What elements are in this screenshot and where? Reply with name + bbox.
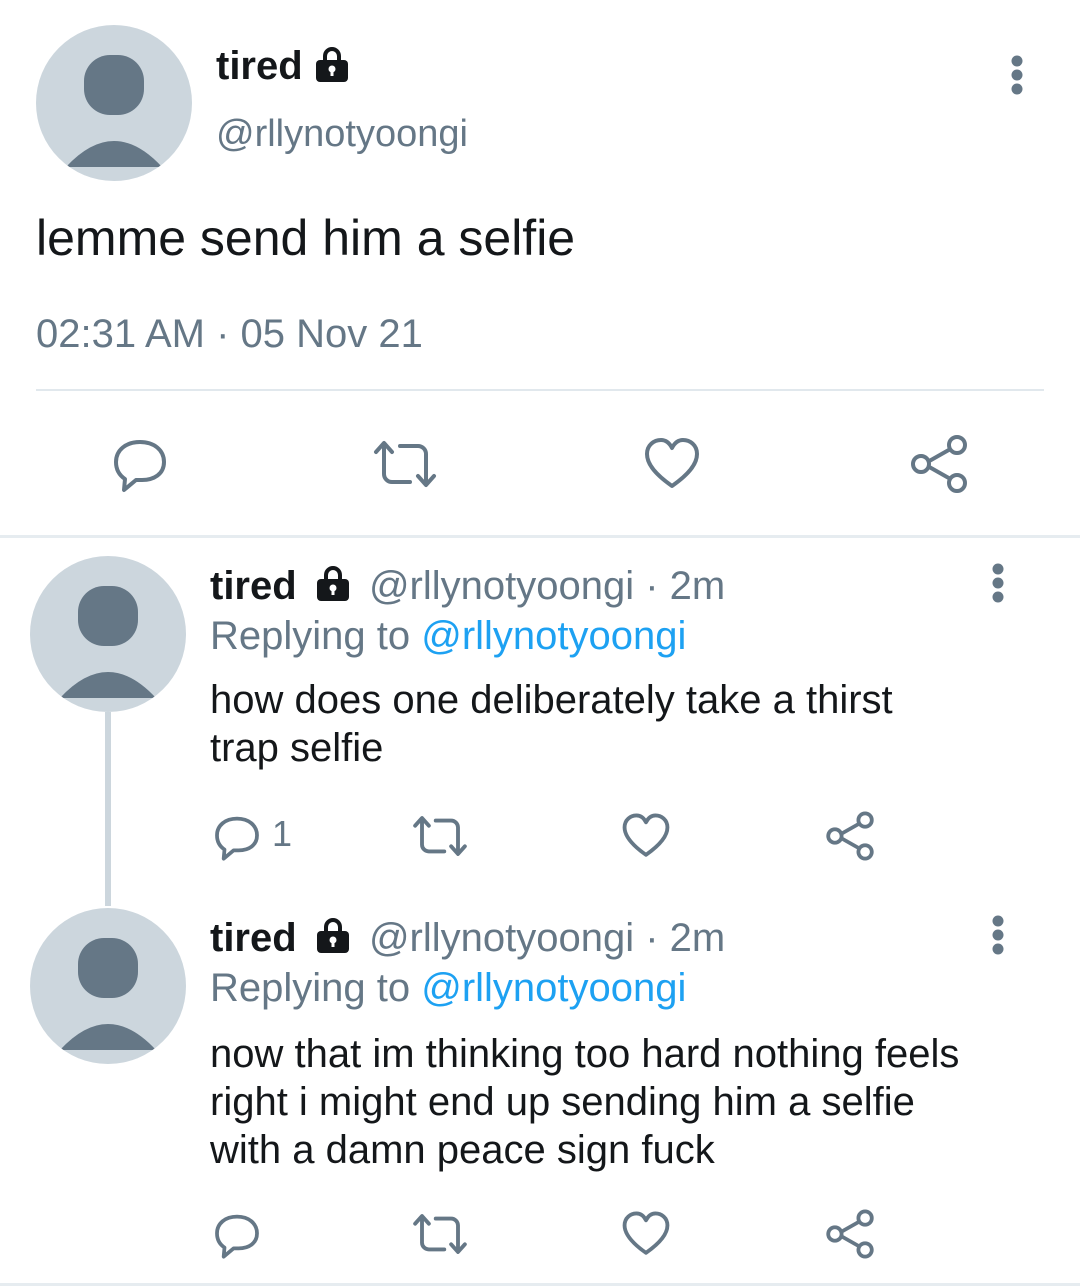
- more-options-icon[interactable]: [984, 915, 1012, 955]
- avatar[interactable]: [36, 25, 192, 181]
- display-name[interactable]: tired: [216, 44, 303, 88]
- divider: [36, 389, 1044, 391]
- avatar[interactable]: [30, 556, 186, 712]
- more-options-icon[interactable]: [984, 563, 1012, 603]
- reply-text-line: with a damn peace sign fuck: [210, 1128, 715, 1172]
- like-icon[interactable]: [620, 1210, 672, 1258]
- replying-to: Replying to @rllynotyoongi: [210, 964, 686, 1012]
- like-icon[interactable]: [620, 812, 672, 860]
- user-handle[interactable]: @rllynotyoongi: [369, 916, 634, 960]
- author-row: tired: [216, 40, 351, 92]
- reply-header: tired @rllynotyoongi · 2m: [210, 914, 725, 962]
- lock-icon: [314, 916, 352, 965]
- reply-text-line: right i might end up sending him a selfi…: [210, 1080, 915, 1124]
- replying-to-handle[interactable]: @rllynotyoongi: [421, 966, 686, 1010]
- replying-to-label: Replying to: [210, 614, 422, 658]
- reply-header: tired @rllynotyoongi · 2m: [210, 562, 725, 610]
- replying-to-label: Replying to: [210, 966, 422, 1010]
- section-divider: [0, 535, 1080, 538]
- reply-text-line: how does one deliberately take a thirst: [210, 678, 893, 722]
- replying-to-handle[interactable]: @rllynotyoongi: [421, 614, 686, 658]
- share-icon[interactable]: [908, 434, 970, 494]
- thread-line: [105, 712, 111, 906]
- reply-icon[interactable]: [212, 812, 262, 862]
- lock-icon: [314, 564, 352, 613]
- reply-icon[interactable]: [212, 1210, 262, 1260]
- reply-text: now that im thinking too hard nothing fe…: [210, 1030, 959, 1174]
- more-options-icon[interactable]: [1003, 55, 1031, 95]
- tweet-timestamp[interactable]: 02:31 AM · 05 Nov 21: [36, 310, 423, 358]
- retweet-icon[interactable]: [410, 1210, 470, 1258]
- user-handle[interactable]: @rllynotyoongi: [369, 564, 634, 608]
- display-name[interactable]: tired: [210, 916, 297, 960]
- reply-time: · 2m: [645, 564, 726, 608]
- reply-text-line: trap selfie: [210, 726, 384, 770]
- retweet-icon[interactable]: [410, 812, 470, 860]
- retweet-icon[interactable]: [370, 436, 440, 492]
- reply-count: 1: [272, 813, 293, 854]
- share-icon[interactable]: [824, 1208, 876, 1260]
- share-icon[interactable]: [824, 810, 876, 862]
- reply-time: · 2m: [645, 916, 726, 960]
- reply-text-line: now that im thinking too hard nothing fe…: [210, 1032, 960, 1076]
- user-handle[interactable]: @rllynotyoongi: [216, 110, 468, 158]
- reply-text: how does one deliberately take a thirst …: [210, 676, 893, 772]
- bottom-divider: [0, 1283, 1080, 1286]
- replying-to: Replying to @rllynotyoongi: [210, 612, 686, 660]
- reply-icon[interactable]: [110, 434, 170, 494]
- avatar[interactable]: [30, 908, 186, 1064]
- tweet-text: lemme send him a selfie: [36, 210, 576, 266]
- lock-icon: [313, 45, 351, 105]
- like-icon[interactable]: [642, 436, 702, 492]
- display-name[interactable]: tired: [210, 564, 297, 608]
